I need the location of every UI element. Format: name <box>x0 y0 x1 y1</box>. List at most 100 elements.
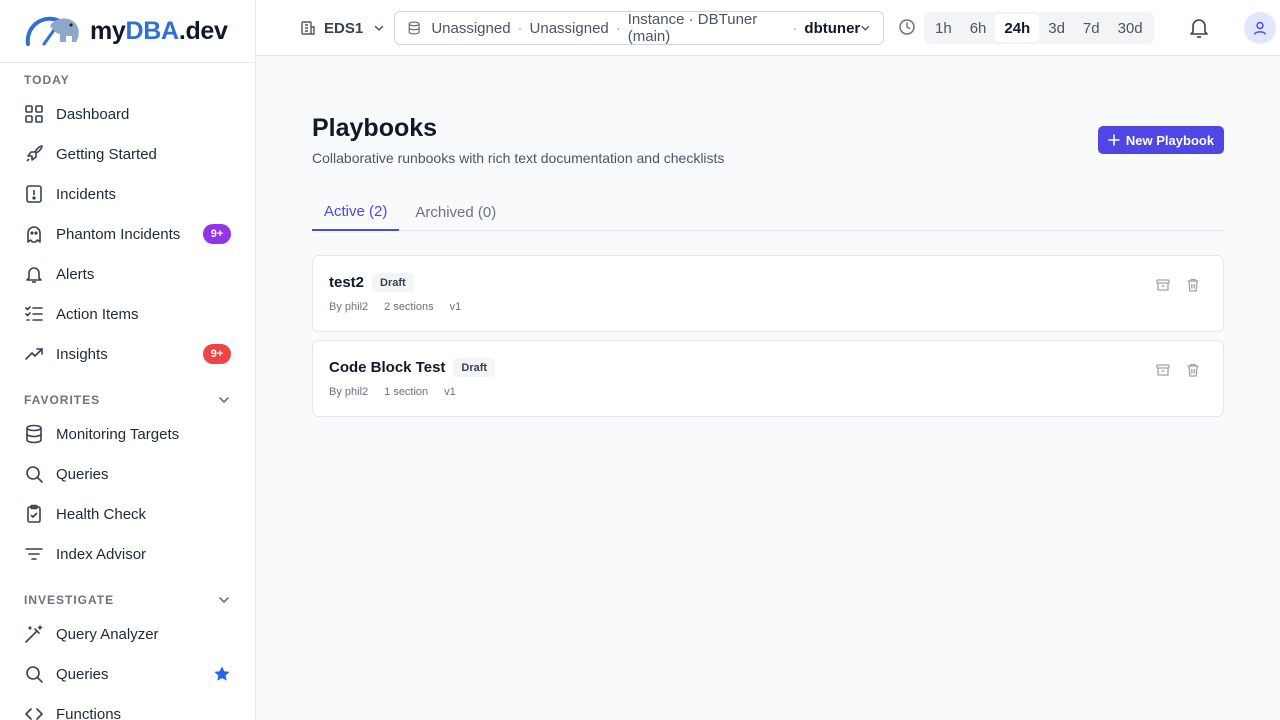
count-badge: 9+ <box>203 224 231 244</box>
code-brackets-icon <box>24 704 44 720</box>
user-icon <box>1253 21 1267 35</box>
sidebar-item-label: Dashboard <box>56 105 130 123</box>
playbook-title: test2 <box>329 274 365 291</box>
status-badge: Draft <box>372 273 414 292</box>
chevron-down-icon <box>374 25 384 32</box>
dashboard-grid-icon <box>24 104 44 124</box>
sidebar-item-label: Index Advisor <box>56 545 147 563</box>
ghost-icon <box>24 224 44 244</box>
context-project: Unassigned <box>529 19 609 37</box>
brand-name: myDBA.dev <box>90 16 228 45</box>
sidebar-item-label: Phantom Incidents <box>56 225 181 243</box>
sidebar-item-label: Monitoring Targets <box>56 425 180 443</box>
instance-context-selector[interactable]: Unassigned · Unassigned · Instance · DBT… <box>394 11 884 45</box>
new-playbook-label: New Playbook <box>1125 132 1215 148</box>
sidebar-item-insights[interactable]: Insights 9+ <box>0 334 255 374</box>
trending-up-icon <box>24 344 44 364</box>
time-range-selector: 1h 6h 24h 3d 7d 30d <box>924 12 1154 44</box>
sidebar-item-label: Getting Started <box>56 145 157 163</box>
sidebar-item-label: Queries <box>56 465 109 483</box>
time-range-7d[interactable]: 7d <box>1074 14 1109 42</box>
sidebar-item-queries[interactable]: Queries <box>0 454 255 494</box>
sidebar-item-query-analyzer[interactable]: Query Analyzer <box>0 614 255 654</box>
section-today-header: TODAY <box>24 73 70 87</box>
sidebar-item-label: Query Analyzer <box>56 625 159 643</box>
time-range-6h[interactable]: 6h <box>961 14 996 42</box>
sidebar-item-label: Action Items <box>56 305 139 323</box>
organization-selector[interactable]: EDS1 <box>300 14 393 42</box>
database-icon <box>24 424 44 444</box>
rocket-icon <box>24 144 44 164</box>
time-range-3d[interactable]: 3d <box>1039 14 1074 42</box>
playbook-meta: By phil2 1 section v1 <box>329 386 456 398</box>
page-title: Playbooks <box>312 114 438 142</box>
time-range-1h[interactable]: 1h <box>926 14 961 42</box>
sidebar-item-index-advisor[interactable]: Index Advisor <box>0 534 255 574</box>
filter-lines-icon <box>24 544 44 564</box>
organization-name: EDS1 <box>324 19 364 37</box>
search-icon <box>24 464 44 484</box>
sidebar-item-alerts[interactable]: Alerts <box>0 254 255 294</box>
sidebar-item-label: Queries <box>56 665 109 683</box>
section-investigate-header[interactable]: INVESTIGATE <box>0 590 255 610</box>
sidebar-item-label: Functions <box>56 705 122 720</box>
section-favorites-header[interactable]: FAVORITES <box>0 390 255 410</box>
time-range-30d[interactable]: 30d <box>1109 14 1152 42</box>
notifications-bell-icon[interactable] <box>1189 17 1209 39</box>
time-range-24h[interactable]: 24h <box>995 14 1040 42</box>
chevron-down-icon <box>219 397 229 404</box>
playbook-tabs: Active (2) Archived (0) <box>312 194 1224 231</box>
chevron-down-icon <box>861 25 870 31</box>
trash-icon[interactable] <box>1185 362 1201 378</box>
playbook-author: By phil2 <box>329 386 369 398</box>
archive-icon[interactable] <box>1155 362 1171 378</box>
context-team: Unassigned <box>431 19 511 37</box>
sidebar-item-label: Alerts <box>56 265 95 283</box>
context-instance: Instance · DBTuner (main) <box>627 11 758 45</box>
separator-dot: · <box>792 19 798 37</box>
playbook-author: By phil2 <box>329 301 369 313</box>
building-icon <box>301 21 315 35</box>
sidebar-item-monitoring-targets[interactable]: Monitoring Targets <box>0 414 255 454</box>
playbook-version: v1 <box>444 386 456 398</box>
sidebar-item-queries-investigate[interactable]: Queries <box>0 654 255 694</box>
playbook-version: v1 <box>449 301 462 313</box>
status-badge: Draft <box>453 358 496 377</box>
bell-icon <box>24 264 44 284</box>
clipboard-check-icon <box>24 504 44 524</box>
context-database: dbtuner <box>804 19 861 37</box>
playbook-meta: By phil2 2 sections v1 <box>329 301 461 313</box>
alert-square-icon <box>24 184 44 204</box>
elephant-logo-icon <box>25 16 79 46</box>
database-icon <box>408 21 420 35</box>
sidebar-item-incidents[interactable]: Incidents <box>0 174 255 214</box>
playbook-section-count: 1 section <box>384 386 429 398</box>
tab-archived[interactable]: Archived (0) <box>403 194 508 231</box>
playbook-title: Code Block Test <box>329 359 446 376</box>
user-avatar[interactable] <box>1244 12 1276 44</box>
page-subtitle: Collaborative runbooks with rich text do… <box>312 150 725 166</box>
separator-dot: · <box>615 19 621 37</box>
sidebar-item-getting-started[interactable]: Getting Started <box>0 134 255 174</box>
count-badge: 9+ <box>203 344 231 364</box>
new-playbook-button[interactable]: New Playbook <box>1098 126 1224 154</box>
sidebar-item-label: Incidents <box>56 185 117 203</box>
plus-icon <box>1108 134 1120 146</box>
sidebar-item-functions[interactable]: Functions <box>0 694 255 720</box>
playbook-card[interactable]: test2 Draft By phil2 2 sections v1 <box>312 255 1224 332</box>
sidebar-item-label: Health Check <box>56 505 147 523</box>
trash-icon[interactable] <box>1185 277 1201 293</box>
separator-dot: · <box>517 19 523 37</box>
sidebar-item-action-items[interactable]: Action Items <box>0 294 255 334</box>
archive-icon[interactable] <box>1155 277 1171 293</box>
sidebar-item-phantom-incidents[interactable]: Phantom Incidents 9+ <box>0 214 255 254</box>
sidebar-item-dashboard[interactable]: Dashboard <box>0 94 255 134</box>
brand-logo[interactable]: myDBA.dev <box>0 0 255 63</box>
playbook-section-count: 2 sections <box>384 301 434 313</box>
tab-active[interactable]: Active (2) <box>312 194 400 231</box>
star-icon[interactable] <box>213 665 231 683</box>
magic-wand-icon <box>24 624 44 644</box>
sidebar-item-health-check[interactable]: Health Check <box>0 494 255 534</box>
playbook-card[interactable]: Code Block Test Draft By phil2 1 section… <box>312 340 1224 417</box>
sidebar: myDBA.dev TODAY Dashboard Getting Starte… <box>0 0 256 720</box>
